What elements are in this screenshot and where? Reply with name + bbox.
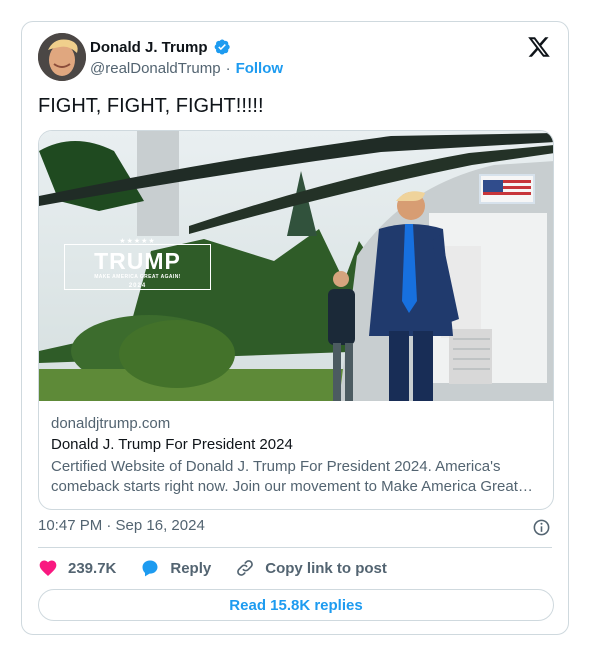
link-title[interactable]: Donald J. Trump For President 2024 [51,435,543,455]
heart-icon [39,560,57,576]
avatar-image [38,33,86,81]
divider [38,547,552,548]
info-icon[interactable] [532,518,551,537]
speech-bubble-icon [142,560,158,577]
sign-year: 2024 [128,283,147,289]
read-replies-button[interactable]: Read 15.8K replies [38,589,554,621]
sign-title: TRUMP [94,248,181,274]
link-description: Certified Website of Donald J. Trump For… [51,458,518,495]
author-name[interactable]: Donald J. Trump [90,39,208,56]
author-handle-row: @realDonaldTrump · Follow [90,60,283,77]
tweet-text: FIGHT, FIGHT, FIGHT!!!!! [38,95,264,117]
sign-slogan: MAKE AMERICA GREAT AGAIN! [94,274,181,280]
action-bar: 239.7K Reply Copy link to post [38,558,387,578]
reply-button[interactable]: Reply [140,558,211,578]
copy-link-button[interactable]: Copy link to post [235,558,387,578]
verified-badge-icon [214,39,230,55]
preview-photo: ★★★★★ TRUMP MAKE AMERICA GREAT AGAIN! 20… [39,131,553,401]
like-count: 239.7K [68,559,117,577]
like-button[interactable]: 239.7K [38,558,116,578]
avatar[interactable] [38,33,86,81]
author-handle[interactable]: @realDonaldTrump [90,60,221,77]
sign-stars: ★★★★★ [119,238,156,245]
copy-link-label: Copy link to post [265,559,387,577]
tweet-embed-card: Donald J. Trump @realDonaldTrump · Follo… [21,21,569,635]
follow-button[interactable]: Follow [236,60,284,77]
separator-dot: · [225,60,231,77]
campaign-sign: ★★★★★ TRUMP MAKE AMERICA GREAT AGAIN! 20… [64,238,211,290]
link-card-meta: donaldjtrump.com Donald J. Trump For Pre… [51,414,543,497]
link-icon [237,560,254,576]
tweet-timestamp[interactable]: 10:47 PM · Sep 16, 2024 [38,517,205,534]
link-preview-card[interactable]: ★★★★★ TRUMP MAKE AMERICA GREAT AGAIN! 20… [38,130,554,510]
x-logo-icon[interactable] [527,35,551,59]
reply-label: Reply [170,559,212,577]
link-domain[interactable]: donaldjtrump.com [51,414,543,434]
author-name-row: Donald J. Trump [90,38,231,56]
